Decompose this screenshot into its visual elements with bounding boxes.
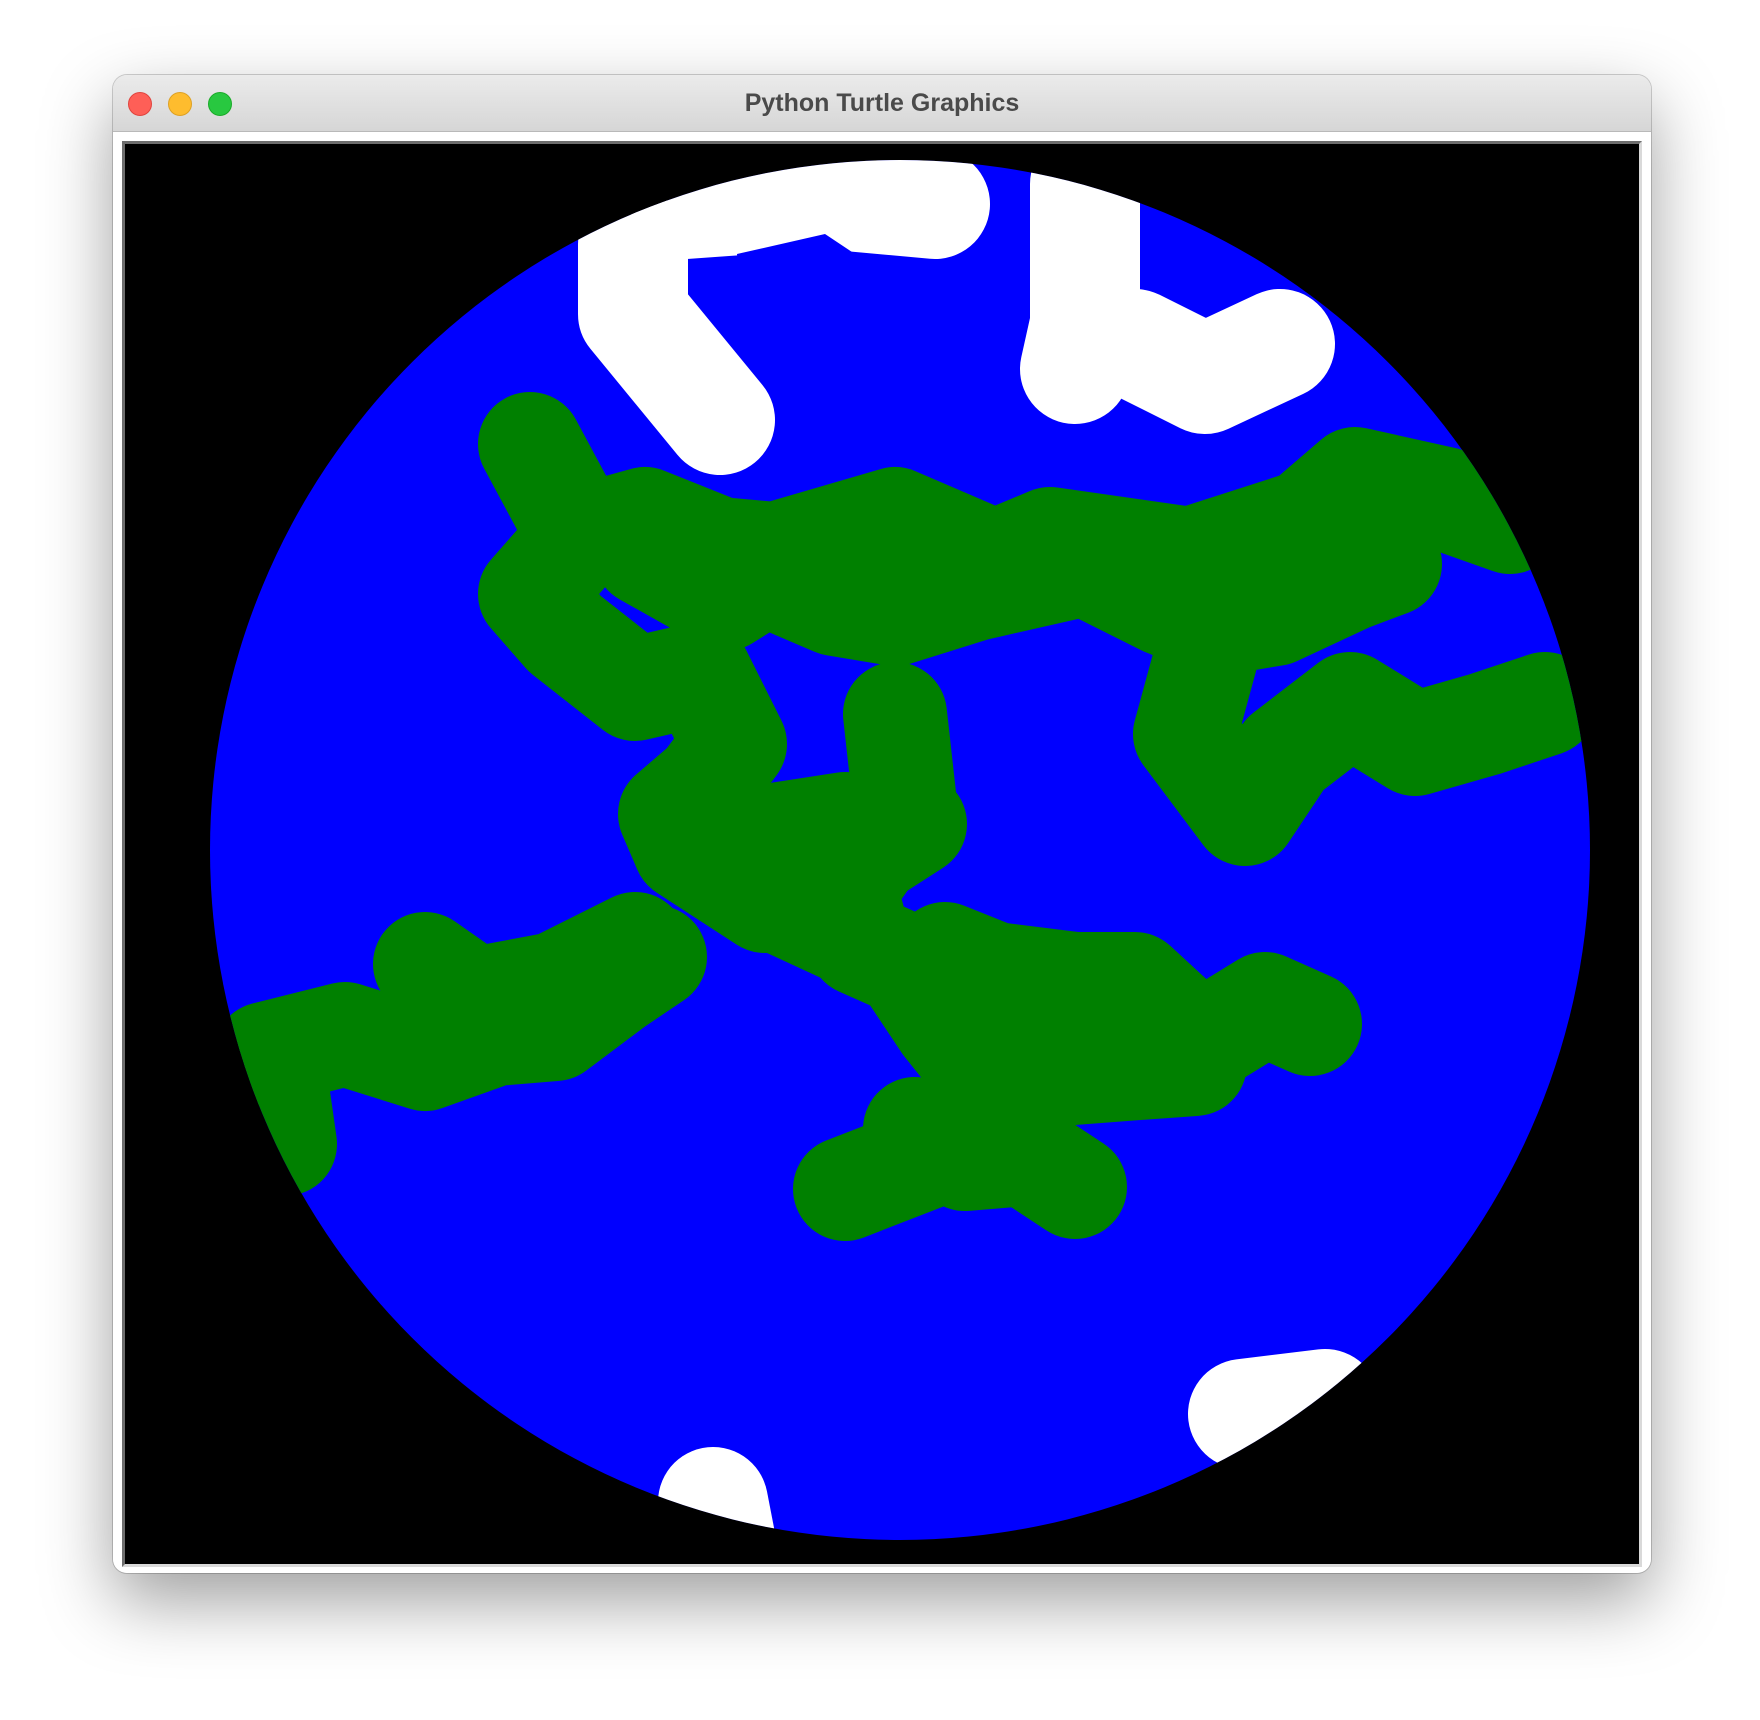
continent-south — [863, 1077, 1127, 1239]
ice-cap-top-right-2 — [1080, 289, 1335, 434]
ice-cap-bottom-left — [658, 1447, 780, 1540]
window-content — [113, 132, 1651, 1573]
drawing-surface — [210, 160, 1590, 1540]
continent-central-2 — [728, 772, 902, 986]
title-bar[interactable]: Python Turtle Graphics — [113, 75, 1651, 132]
turtle-canvas — [122, 141, 1642, 1567]
window-title: Python Turtle Graphics — [744, 89, 1020, 117]
ice-cap-top-left-2 — [630, 160, 990, 259]
ice-cap-bottom-right — [1188, 1349, 1380, 1469]
continent-west-2 — [373, 892, 687, 1051]
continent-west-coast — [223, 1022, 337, 1196]
continent-north-fill — [593, 502, 1137, 666]
continent-northeast-2 — [1163, 512, 1442, 676]
turtle-window: Python Turtle Graphics — [113, 75, 1651, 1573]
